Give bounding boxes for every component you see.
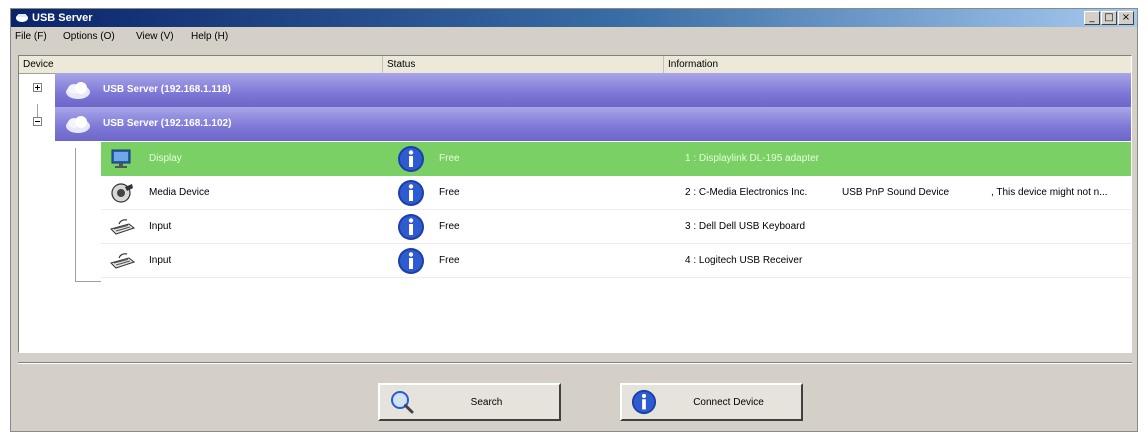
device-info: 1 : Displaylink DL-195 adapter <box>685 153 819 164</box>
connect-device-button-label: Connect Device <box>693 397 764 408</box>
menu-view[interactable]: View (V) <box>136 31 174 43</box>
device-list[interactable]: Device Status Information USB Server (19… <box>18 55 1132 353</box>
device-info: 3 : Dell Dell USB Keyboard <box>685 221 806 232</box>
collapse-toggle-server-2[interactable] <box>33 117 42 126</box>
divider <box>18 362 1132 364</box>
media-device-icon <box>111 183 133 203</box>
search-icon <box>391 391 414 414</box>
menu-file[interactable]: File (F) <box>15 31 47 43</box>
device-row[interactable]: Display Free 1 : Displaylink DL-195 adap… <box>101 142 1131 176</box>
device-row[interactable]: Input Free 4 : Logitech USB Receiver <box>101 244 1131 278</box>
search-button[interactable]: Search <box>378 383 561 421</box>
device-name: Input <box>149 255 172 266</box>
tree-connector <box>75 148 76 281</box>
device-info: 2 : C-Media Electronics Inc. <box>685 187 808 198</box>
device-name: Media Device <box>149 187 210 198</box>
server-row[interactable]: USB Server (192.168.1.118) <box>55 73 1131 107</box>
menu-help[interactable]: Help (H) <box>191 31 228 43</box>
expand-toggle-server-1[interactable] <box>33 83 42 92</box>
column-device[interactable]: Device <box>19 56 383 73</box>
server-cloud-icon <box>66 116 90 133</box>
server-cloud-icon <box>66 82 90 99</box>
server-label: USB Server (192.168.1.102) <box>103 118 232 129</box>
menu-bar: File (F) Options (O) View (V) Help (H) <box>11 28 1137 46</box>
close-button[interactable]: × <box>1118 11 1134 25</box>
server-label: USB Server (192.168.1.118) <box>103 84 231 95</box>
display-icon <box>111 149 131 168</box>
keyboard-icon <box>110 219 135 235</box>
device-info: 4 : Logitech USB Receiver <box>685 255 803 266</box>
usb-server-window: USB Server _ □ × File (F) Options (O) Vi… <box>10 8 1138 432</box>
info-icon <box>398 146 424 172</box>
device-name: Display <box>149 153 182 164</box>
column-status[interactable]: Status <box>383 56 664 73</box>
column-header: Device Status Information <box>19 56 1131 74</box>
minimize-button[interactable]: _ <box>1084 11 1100 25</box>
window-title: USB Server <box>32 12 93 24</box>
device-status: Free <box>439 153 460 164</box>
usb-server-app-icon <box>16 14 28 22</box>
info-icon <box>631 389 657 415</box>
device-status: Free <box>439 255 460 266</box>
device-row[interactable]: Media Device Free 2 : C-Media Electronic… <box>101 176 1131 210</box>
device-info-product: USB PnP Sound Device <box>842 187 950 198</box>
device-status: Free <box>439 187 460 198</box>
info-icon <box>398 248 424 274</box>
device-name: Input <box>149 221 172 232</box>
receiver-icon <box>110 253 135 269</box>
device-info-note: , This device might not n... <box>991 187 1108 198</box>
tree-connector <box>75 281 101 282</box>
device-row[interactable]: Input Free 3 : Dell Dell USB Keyboard <box>101 210 1131 244</box>
search-button-label: Search <box>470 397 503 408</box>
title-bar[interactable]: USB Server _ □ × <box>11 9 1137 27</box>
info-icon <box>398 214 424 240</box>
info-icon <box>398 180 424 206</box>
menu-options[interactable]: Options (O) <box>63 31 115 43</box>
server-row[interactable]: USB Server (192.168.1.102) <box>55 107 1131 141</box>
maximize-button[interactable]: □ <box>1101 11 1117 25</box>
device-status: Free <box>439 221 460 232</box>
window-controls: _ □ × <box>1084 11 1134 25</box>
connect-device-button[interactable]: Connect Device <box>620 383 803 421</box>
column-information[interactable]: Information <box>664 56 1131 73</box>
